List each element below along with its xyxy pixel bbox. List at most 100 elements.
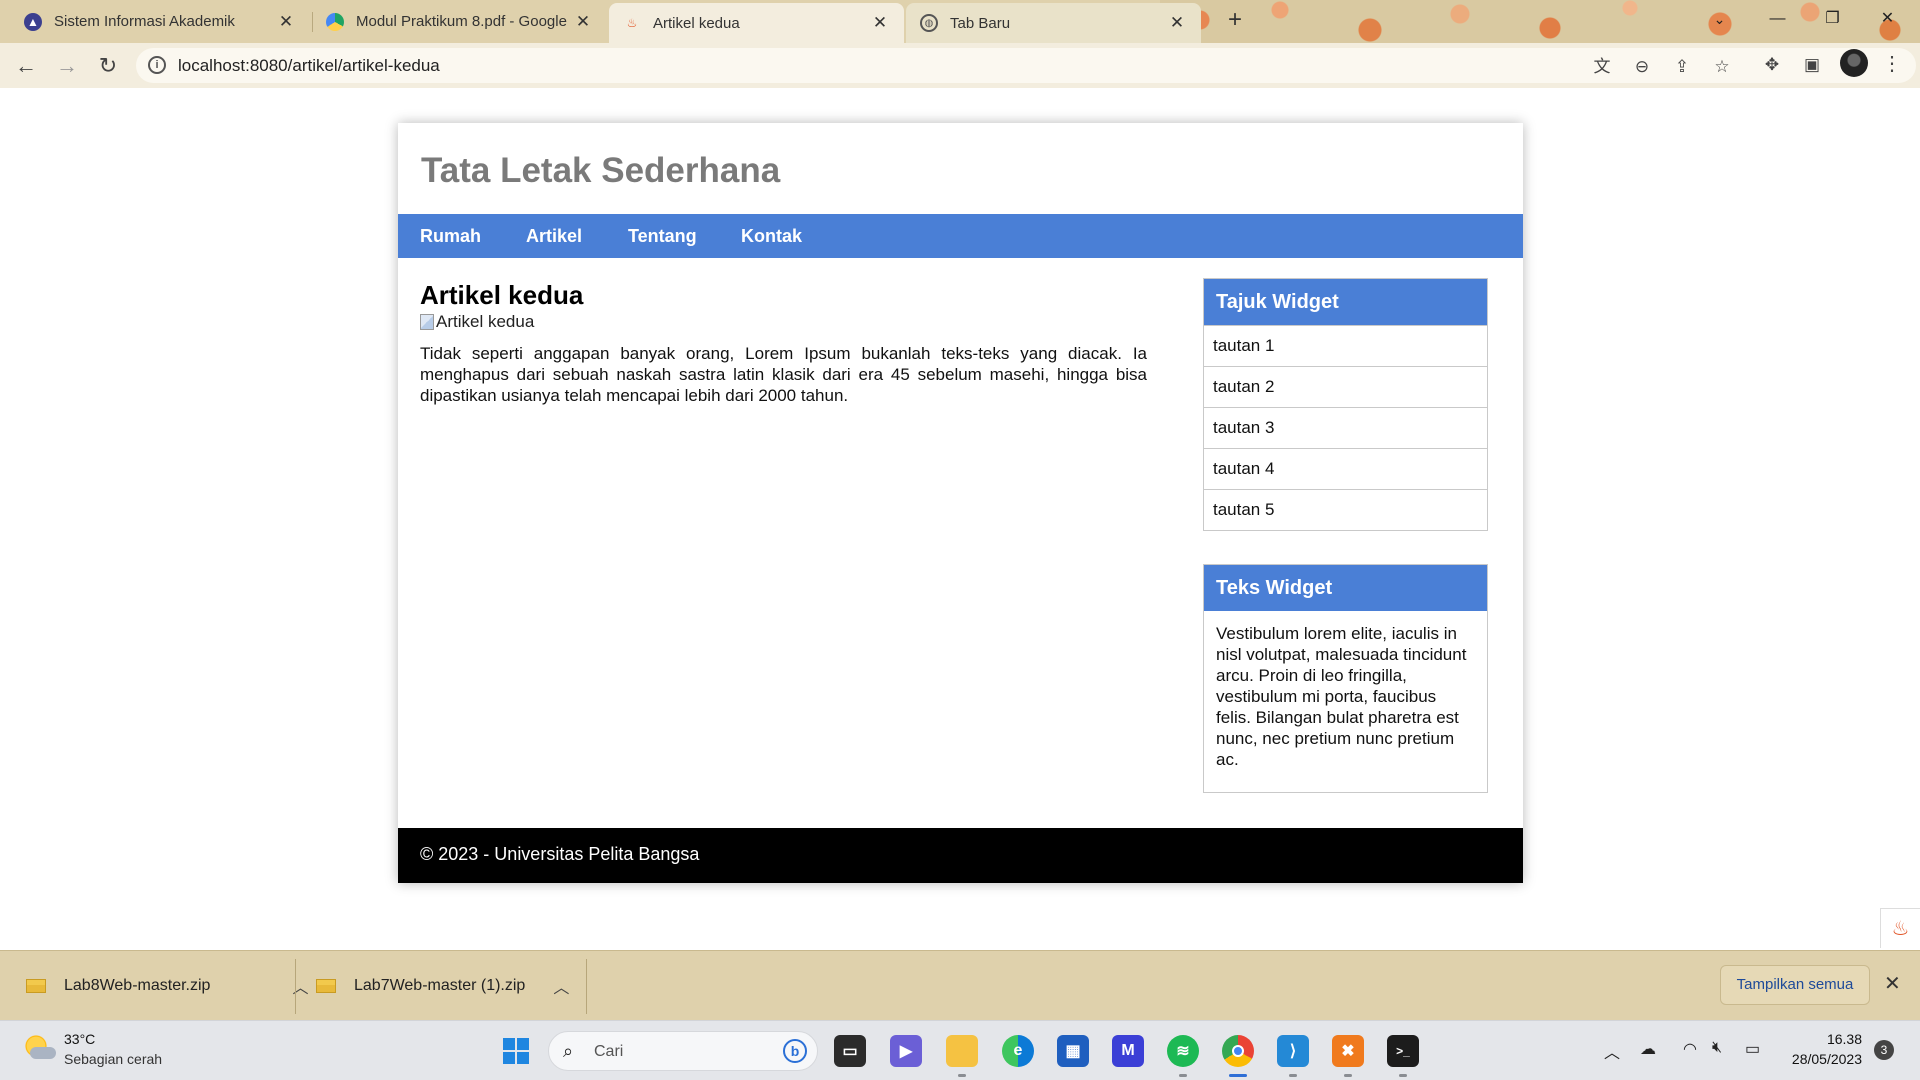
download-separator <box>295 959 296 1014</box>
download-item[interactable]: Lab8Web-master.zip ︿ <box>26 951 308 1021</box>
vscode-icon[interactable]: ⟩ <box>1277 1035 1309 1067</box>
download-filename: Lab8Web-master.zip <box>64 977 211 994</box>
translate-icon[interactable]: 文 <box>1590 55 1614 79</box>
widget-link-5[interactable]: tautan 5 <box>1204 489 1487 530</box>
restore-icon[interactable]: ❐ <box>1805 0 1860 38</box>
task-view-icon[interactable]: ▭ <box>834 1035 866 1067</box>
bing-icon[interactable]: b <box>783 1039 807 1063</box>
clock-date[interactable]: 28/05/2023 <box>1782 1051 1862 1067</box>
page-container: Tata Letak Sederhana Rumah Artikel Tenta… <box>398 123 1523 883</box>
download-bar: Lab8Web-master.zip ︿ Lab7Web-master (1).… <box>0 950 1920 1020</box>
nav-link-tentang[interactable]: Tentang <box>628 226 697 247</box>
image-alt-text: Artikel kedua <box>436 312 535 331</box>
links-widget: Tajuk Widget tautan 1 tautan 2 tautan 3 … <box>1203 278 1488 531</box>
widget-heading: Teks Widget <box>1204 565 1487 611</box>
tab-sistem-informasi[interactable]: ▲ Sistem Informasi Akademik ✕ <box>10 0 310 43</box>
extensions-puzzle-icon[interactable]: ✥ <box>1760 53 1784 77</box>
tab-label: Sistem Informasi Akademik <box>54 13 235 30</box>
running-indicator <box>1344 1074 1352 1077</box>
spotify-icon[interactable]: ≋ <box>1167 1035 1199 1067</box>
forward-icon[interactable]: → <box>51 50 83 82</box>
zip-file-icon <box>26 979 46 993</box>
file-explorer-icon[interactable] <box>946 1035 978 1067</box>
nav-link-kontak[interactable]: Kontak <box>741 226 802 247</box>
clock-time[interactable]: 16.38 <box>1820 1031 1862 1047</box>
close-window-icon[interactable]: ✕ <box>1860 0 1915 38</box>
taskbar-search[interactable]: ⌕ Cari b <box>548 1031 818 1071</box>
show-all-downloads-button[interactable]: Tampilkan semua <box>1720 965 1870 1005</box>
zip-file-icon <box>316 979 336 993</box>
download-separator <box>586 959 587 1014</box>
tab-strip: ▲ Sistem Informasi Akademik ✕ Modul Prak… <box>0 0 1920 43</box>
running-indicator <box>1179 1074 1187 1077</box>
menu-kebab-icon[interactable]: ⋮ <box>1882 51 1902 76</box>
tab-label: Modul Praktikum 8.pdf - Google <box>356 13 567 30</box>
onedrive-cloud-icon[interactable]: ☁ <box>1640 1039 1656 1059</box>
weather-cloud-icon <box>30 1047 56 1059</box>
close-tab-icon[interactable]: ✕ <box>1167 13 1187 33</box>
page-viewport: Tata Letak Sederhana Rumah Artikel Tenta… <box>0 88 1920 950</box>
close-download-bar-icon[interactable]: ✕ <box>1884 971 1901 996</box>
address-bar[interactable]: i localhost:8080/artikel/artikel-kedua 文… <box>136 48 1916 83</box>
wifi-icon[interactable]: ◠ <box>1683 1039 1697 1059</box>
debug-toolbar-flame-icon[interactable]: ♨ <box>1880 908 1920 948</box>
windows-taskbar: 33°C Sebagian cerah ⌕ Cari b ▭ ▶ e ▦ M ≋… <box>0 1020 1920 1080</box>
download-item[interactable]: Lab7Web-master (1).zip ︿ <box>316 951 569 1021</box>
store-icon[interactable]: ▦ <box>1057 1035 1089 1067</box>
bookmark-star-icon[interactable]: ☆ <box>1710 55 1734 79</box>
main-nav: Rumah Artikel Tentang Kontak <box>398 214 1523 258</box>
google-drive-icon <box>326 12 344 31</box>
minimize-icon[interactable]: — <box>1750 0 1805 38</box>
site-info-icon[interactable]: i <box>148 56 166 74</box>
widget-link-2[interactable]: tautan 2 <box>1204 366 1487 407</box>
new-tab-button[interactable]: + <box>1220 6 1250 36</box>
windows-start-icon[interactable] <box>500 1035 532 1067</box>
teams-chat-icon[interactable]: ▶ <box>890 1035 922 1067</box>
weather-description[interactable]: Sebagian cerah <box>64 1051 162 1067</box>
article-body: Tidak seperti anggapan banyak orang, Lor… <box>420 344 1147 405</box>
notification-badge[interactable]: 3 <box>1874 1040 1894 1060</box>
reload-icon[interactable]: ↻ <box>92 50 124 82</box>
university-favicon-icon: ▲ <box>24 12 42 31</box>
active-indicator <box>1229 1074 1247 1077</box>
profile-avatar[interactable] <box>1840 49 1868 77</box>
share-icon[interactable]: ⇪ <box>1670 55 1694 79</box>
globe-icon: ◍ <box>920 14 938 32</box>
text-widget: Teks Widget Vestibulum lorem elite, iacu… <box>1203 564 1488 793</box>
nav-link-rumah[interactable]: Rumah <box>420 226 481 247</box>
tab-modul-praktikum[interactable]: Modul Praktikum 8.pdf - Google ✕ <box>312 0 607 43</box>
tab-search-chevron-icon[interactable]: ⌄ <box>1692 0 1747 38</box>
tab-label: Tab Baru <box>950 14 1011 32</box>
edge-icon[interactable]: e <box>1002 1035 1034 1067</box>
battery-icon[interactable]: ▭ <box>1745 1039 1760 1059</box>
app-icon[interactable]: M <box>1112 1035 1144 1067</box>
volume-muted-icon[interactable]: 🔇︎ <box>1712 1039 1722 1057</box>
running-indicator <box>958 1074 966 1077</box>
browser-toolbar: ← → ↻ i localhost:8080/artikel/artikel-k… <box>0 43 1920 88</box>
side-panel-icon[interactable]: ▣ <box>1800 53 1824 77</box>
flame-favicon-icon: ♨ <box>626 16 638 30</box>
widget-link-1[interactable]: tautan 1 <box>1204 325 1487 366</box>
close-tab-icon[interactable]: ✕ <box>870 13 890 33</box>
tab-artikel-kedua[interactable]: ♨ Artikel kedua ✕ <box>609 3 904 43</box>
running-indicator <box>1289 1074 1297 1077</box>
widget-text-body: Vestibulum lorem elite, iaculis in nisl … <box>1216 624 1467 769</box>
close-tab-icon[interactable]: ✕ <box>573 12 593 32</box>
running-indicator <box>1399 1074 1407 1077</box>
tray-overflow-chevron-icon[interactable]: ︿ <box>1604 1039 1620 1063</box>
xampp-icon[interactable]: ✖ <box>1332 1035 1364 1067</box>
download-filename: Lab7Web-master (1).zip <box>354 977 526 994</box>
chevron-up-icon[interactable]: ︿ <box>553 974 569 998</box>
tab-tab-baru[interactable]: ◍ Tab Baru ✕ <box>906 3 1201 43</box>
chrome-icon[interactable] <box>1222 1035 1254 1067</box>
back-icon[interactable]: ← <box>10 50 42 82</box>
weather-temperature[interactable]: 33°C <box>64 1031 95 1047</box>
widget-link-4[interactable]: tautan 4 <box>1204 448 1487 489</box>
widget-link-3[interactable]: tautan 3 <box>1204 407 1487 448</box>
search-placeholder: Cari <box>594 1043 624 1060</box>
terminal-icon[interactable]: >_ <box>1387 1035 1419 1067</box>
page-footer: © 2023 - Universitas Pelita Bangsa <box>398 828 1523 883</box>
nav-link-artikel[interactable]: Artikel <box>526 226 582 247</box>
zoom-icon[interactable]: ⊖ <box>1630 55 1654 79</box>
close-tab-icon[interactable]: ✕ <box>276 12 296 32</box>
